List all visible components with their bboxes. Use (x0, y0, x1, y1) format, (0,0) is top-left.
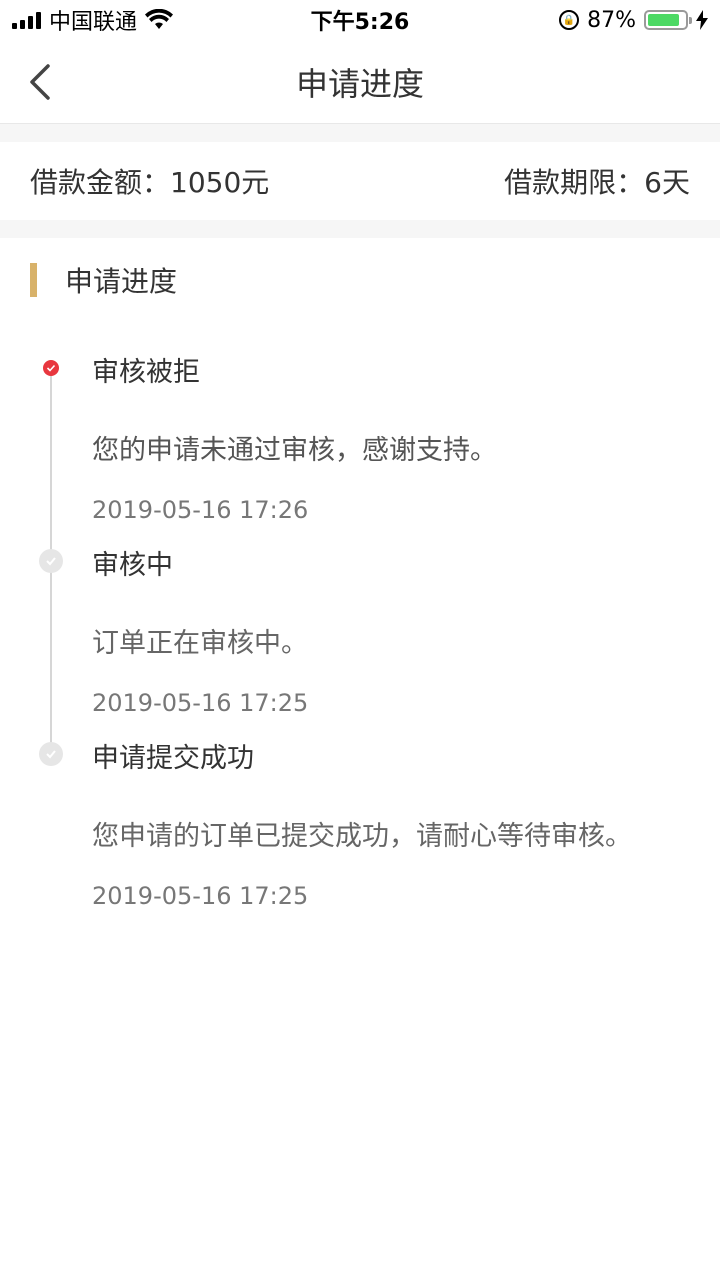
divider-gap (0, 124, 720, 142)
timeline-item: 审核中 订单正在审核中。 2019-05-16 17:25 (0, 533, 720, 726)
timeline-time: 2019-05-16 17:25 (92, 882, 309, 910)
carrier-name: 中国联通 (49, 10, 138, 35)
check-icon (46, 364, 56, 372)
section-header: 申请进度 (30, 262, 177, 298)
check-icon (46, 750, 56, 759)
signal-icon (12, 11, 41, 29)
nav-bar: 申请进度 (0, 40, 720, 124)
status-right: 🔒 87% (559, 8, 708, 33)
wifi-icon (145, 9, 174, 29)
timeline-message: 订单正在审核中。 (92, 628, 308, 659)
page-title: 申请进度 (295, 64, 424, 103)
status-left: 中国联通 (12, 4, 174, 36)
check-circle-icon (39, 742, 63, 766)
rotation-lock-icon: 🔒 (559, 10, 580, 30)
timeline-time: 2019-05-16 17:26 (92, 496, 309, 524)
status-bar: 中国联通 下午5:26 🔒 87% (0, 0, 720, 40)
charging-icon (696, 10, 708, 30)
loan-info-row: 借款金额：1050元 借款期限：6天 (0, 142, 720, 220)
divider-gap (0, 220, 720, 238)
timeline-item: 审核被拒 您的申请未通过审核，感谢支持。 2019-05-16 17:26 (0, 340, 720, 533)
loan-term: 借款期限：6天 (504, 166, 690, 199)
loan-amount: 借款金额：1050元 (30, 166, 270, 199)
check-circle-icon (43, 360, 59, 376)
check-icon (46, 557, 56, 566)
timeline-status: 审核中 (92, 550, 173, 581)
chevron-left-icon (30, 64, 50, 100)
timeline-status: 审核被拒 (92, 357, 200, 388)
timeline-status: 申请提交成功 (92, 743, 254, 774)
timeline-time: 2019-05-16 17:25 (92, 689, 309, 717)
back-button[interactable] (22, 60, 62, 104)
section-title: 申请进度 (65, 265, 178, 298)
timeline-item: 申请提交成功 您申请的订单已提交成功，请耐心等待审核。 2019-05-16 1… (0, 726, 720, 919)
battery-percent: 87% (587, 7, 636, 33)
timeline-message: 您申请的订单已提交成功，请耐心等待审核。 (92, 821, 632, 852)
battery-icon (644, 10, 692, 30)
timeline-message: 您的申请未通过审核，感谢支持。 (92, 435, 497, 466)
battery-fill (648, 14, 680, 26)
section-accent-bar (30, 263, 37, 297)
check-circle-icon (39, 549, 63, 573)
